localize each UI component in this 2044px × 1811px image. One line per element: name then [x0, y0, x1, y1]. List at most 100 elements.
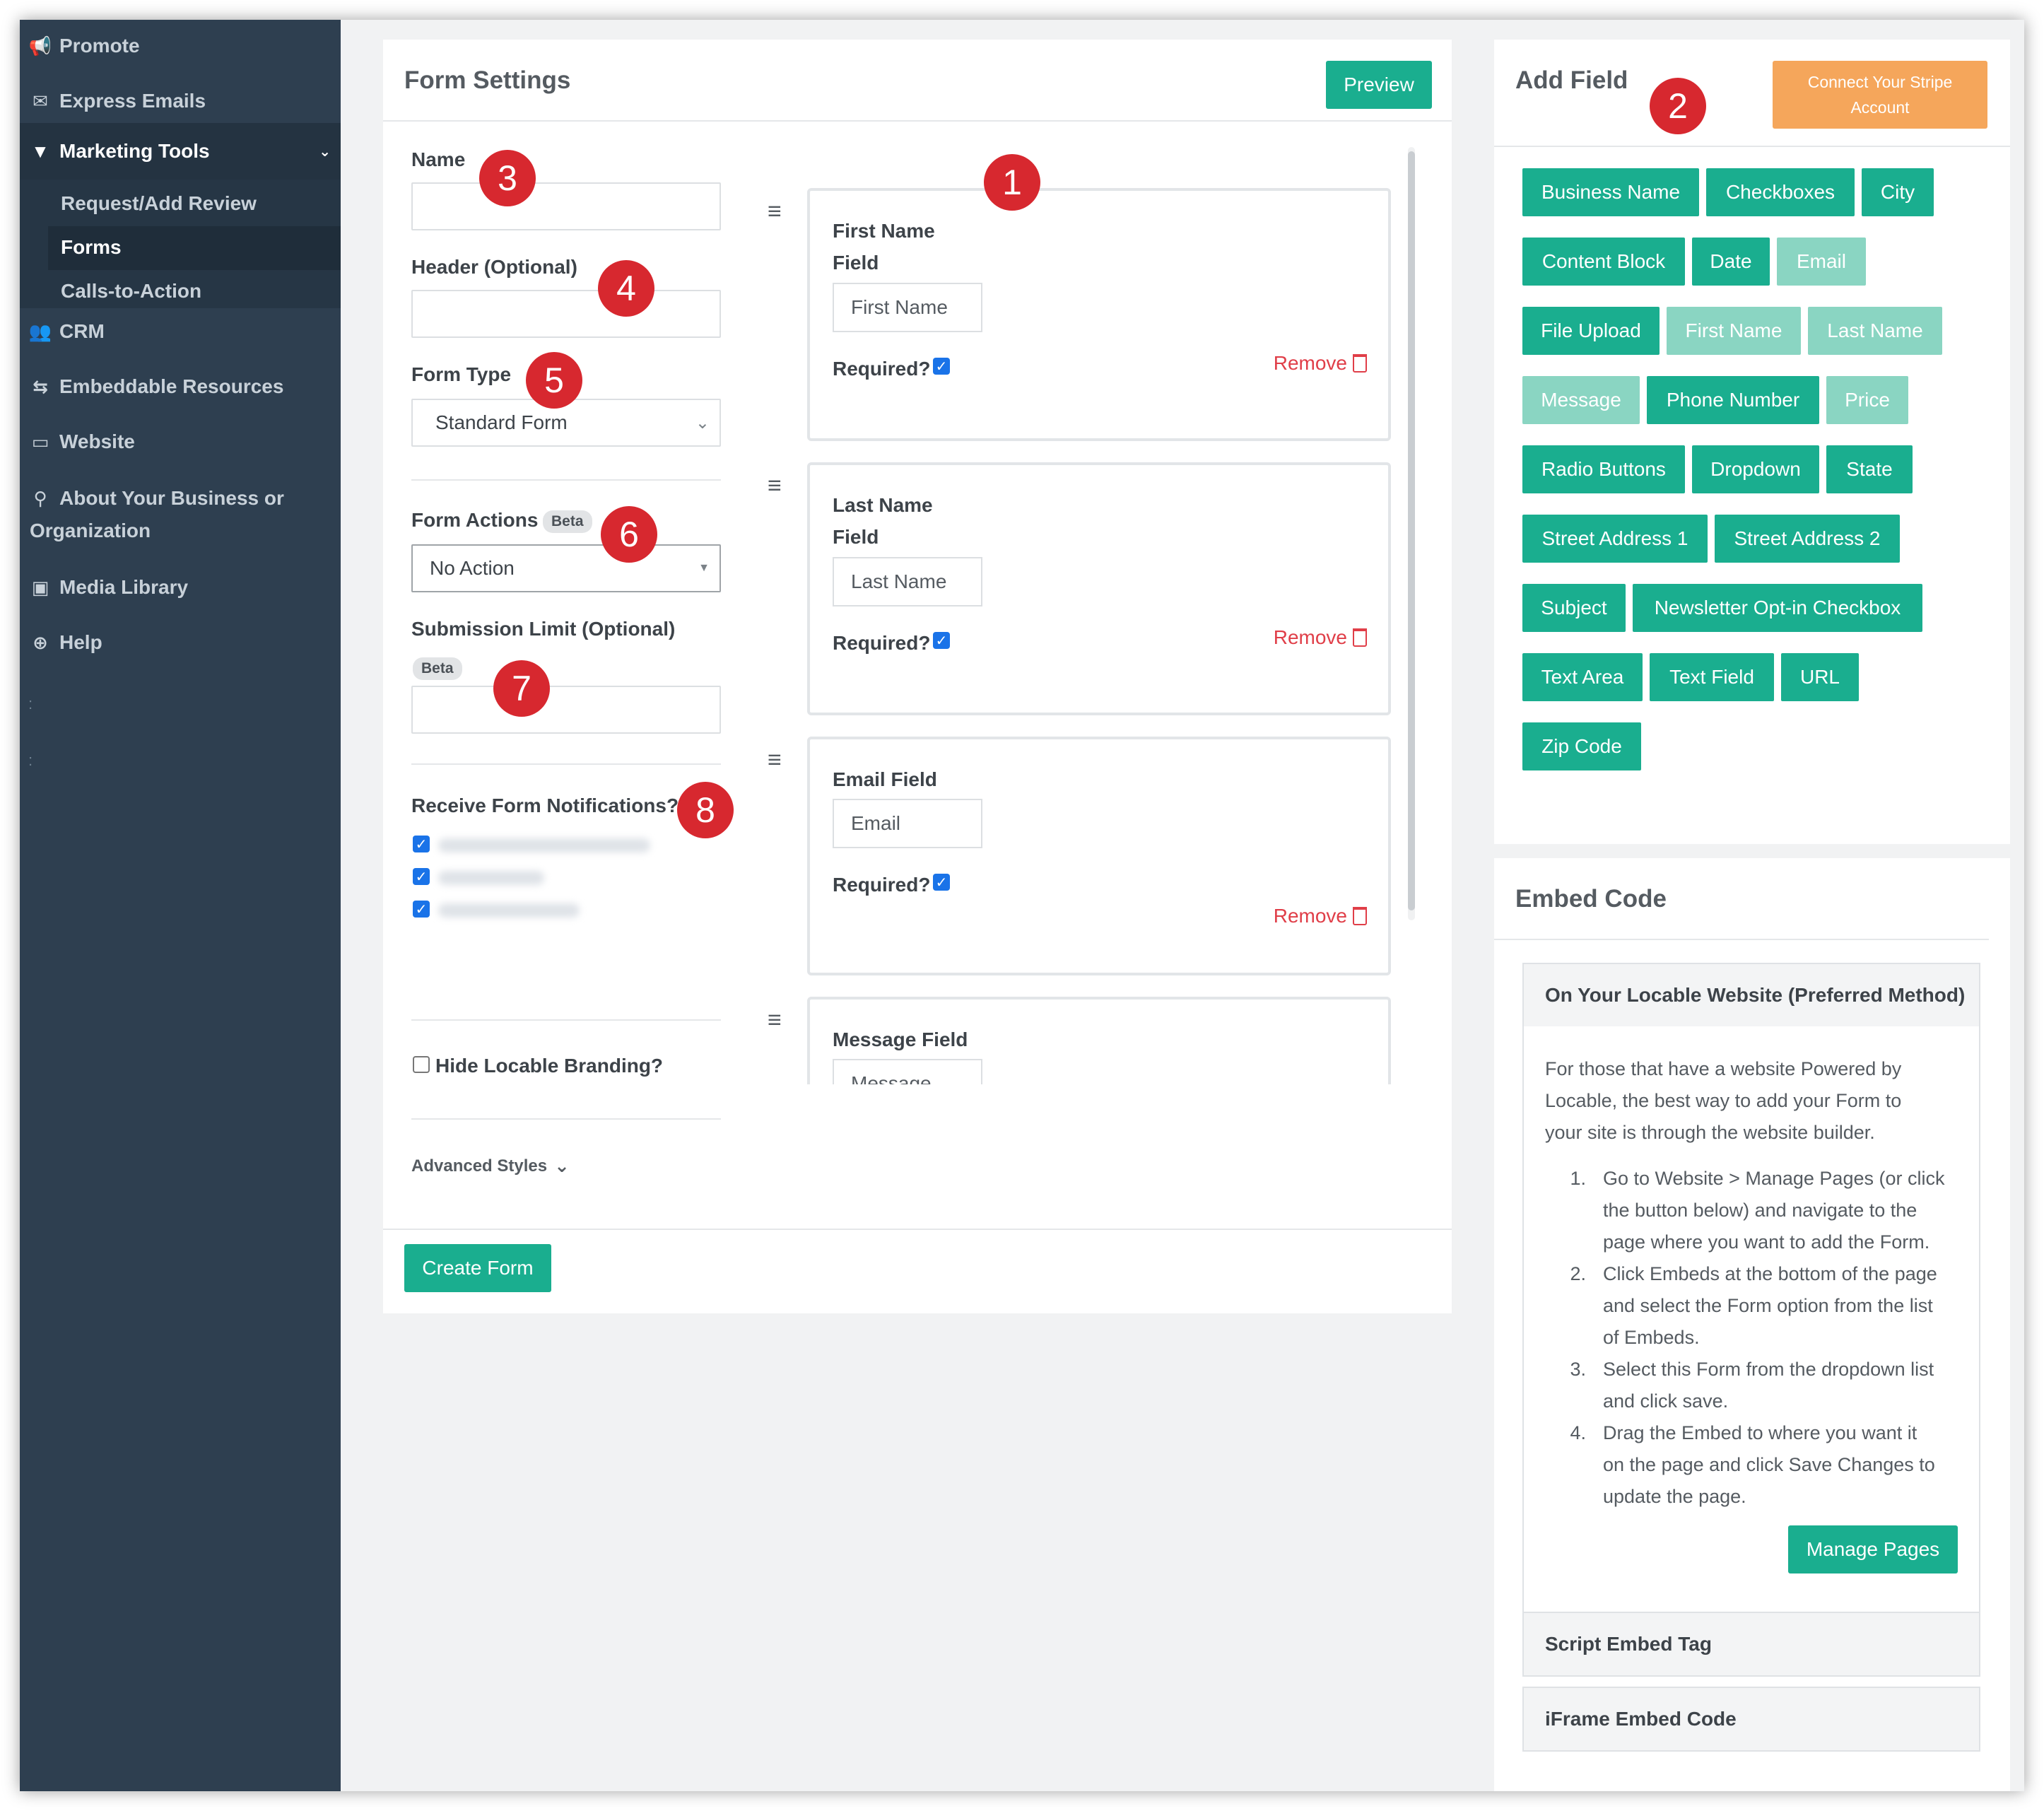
add-field-chip-last-name[interactable]: Last Name: [1808, 307, 1942, 355]
notification-checkbox[interactable]: ✓: [413, 901, 430, 918]
annotation-badge: 4: [598, 260, 654, 317]
required-label: Required?: [833, 632, 931, 654]
add-field-chip-business-name[interactable]: Business Name: [1522, 168, 1699, 216]
accordion-script-embed-tag[interactable]: Script Embed Tag: [1522, 1612, 1980, 1677]
sidebar-item-promote[interactable]: 📢 Promote: [20, 25, 341, 66]
connect-stripe-button[interactable]: Connect Your Stripe Account: [1773, 61, 1987, 129]
required-checkbox[interactable]: ✓: [933, 632, 950, 649]
add-field-chip-newsletter[interactable]: Newsletter Opt-in Checkbox: [1633, 584, 1922, 632]
sidebar-item-help[interactable]: ⊕ Help: [20, 622, 341, 663]
add-field-chip-url[interactable]: URL: [1781, 653, 1859, 701]
form-actions-label: Form Actions: [411, 509, 539, 531]
annotation-badge: 7: [493, 660, 550, 717]
preview-button[interactable]: Preview: [1326, 61, 1432, 109]
step-text: Click Embeds at the bottom of the page: [1603, 1263, 1937, 1284]
form-type-value: Standard Form: [435, 411, 568, 433]
field-card-message: Message Field Message: [807, 997, 1391, 1084]
form-actions-value: No Action: [430, 557, 515, 579]
sidebar-item-express-emails[interactable]: ✉ Express Emails: [20, 81, 341, 122]
add-field-chip-message[interactable]: Message: [1522, 376, 1640, 424]
accordion-iframe-embed-code[interactable]: iFrame Embed Code: [1522, 1687, 1980, 1752]
sidebar-item-about-business-line2[interactable]: Organization: [20, 510, 341, 551]
manage-pages-button[interactable]: Manage Pages: [1788, 1525, 1958, 1573]
hide-branding-checkbox[interactable]: [413, 1056, 430, 1073]
field-label: Field: [833, 526, 879, 548]
sidebar-item-crm[interactable]: 👥 CRM: [20, 311, 341, 352]
trash-icon: [1353, 628, 1367, 647]
field-label: Last Name: [833, 494, 933, 516]
sidebar-subitem-calls-to-action[interactable]: Calls-to-Action: [61, 280, 201, 303]
sidebar-subitem-forms[interactable]: Forms: [61, 236, 122, 259]
sidebar-item-label: Help: [59, 631, 102, 653]
name-input[interactable]: [411, 182, 721, 230]
notification-checkbox[interactable]: ✓: [413, 868, 430, 885]
step-number: 4.: [1570, 1422, 1586, 1443]
add-field-chip-text-field[interactable]: Text Field: [1650, 653, 1774, 701]
notification-checkbox[interactable]: ✓: [413, 836, 430, 852]
submission-limit-input[interactable]: [411, 686, 721, 734]
add-field-title: Add Field: [1515, 66, 1628, 94]
add-field-chip-content-block[interactable]: Content Block: [1522, 238, 1685, 286]
add-field-chip-checkboxes[interactable]: Checkboxes: [1706, 168, 1855, 216]
advanced-styles-label: Advanced Styles: [411, 1156, 548, 1176]
remove-field-button[interactable]: Remove: [1274, 905, 1367, 927]
add-field-chip-state[interactable]: State: [1826, 445, 1913, 493]
required-checkbox[interactable]: ✓: [933, 874, 950, 891]
header-label: Header (Optional): [411, 256, 577, 278]
add-field-chip-email[interactable]: Email: [1777, 238, 1866, 286]
sidebar-item-label: About Your Business or: [59, 487, 284, 509]
sidebar-subitem-request-review[interactable]: Request/Add Review: [61, 192, 257, 215]
add-field-chip-dropdown[interactable]: Dropdown: [1692, 445, 1819, 493]
add-field-chip-city[interactable]: City: [1862, 168, 1934, 216]
advanced-styles-toggle[interactable]: Advanced Styles ⌄: [411, 1155, 570, 1177]
form-actions-select[interactable]: No Action ▼: [411, 544, 721, 592]
remove-label: Remove: [1273, 352, 1347, 374]
add-field-chip-phone-number[interactable]: Phone Number: [1647, 376, 1819, 424]
sidebar-item-label: CRM: [59, 320, 105, 342]
annotation-badge: 5: [526, 352, 582, 409]
sidebar-item-marketing-tools[interactable]: ▼ Marketing Tools ⌄: [20, 123, 341, 180]
filter-icon: ▼: [31, 140, 49, 162]
add-field-chip-file-upload[interactable]: File Upload: [1522, 307, 1660, 355]
drag-handle-icon[interactable]: ≡: [768, 746, 782, 774]
step-text: on the page and click Save Changes to: [1603, 1454, 1935, 1475]
lifebuoy-icon: ⊕: [33, 631, 48, 653]
sidebar-item-label: Organization: [30, 520, 151, 541]
field-preview-input: Last Name: [833, 557, 982, 606]
sidebar-item-media-library[interactable]: ▣ Media Library: [20, 567, 341, 608]
add-field-chip-zip-code[interactable]: Zip Code: [1522, 722, 1641, 770]
add-field-chip-price[interactable]: Price: [1826, 376, 1908, 424]
remove-field-button[interactable]: Remove: [1274, 626, 1367, 649]
accordion-locable-website[interactable]: On Your Locable Website (Preferred Metho…: [1522, 963, 1980, 1028]
signpost-icon: ⇆: [33, 375, 48, 397]
field-card-last-name: Last Name Field Last Name Required? ✓ Re…: [807, 462, 1391, 715]
add-field-chip-text-area[interactable]: Text Area: [1522, 653, 1643, 701]
accordion-title: iFrame Embed Code: [1545, 1708, 1737, 1730]
fields-scrollbar[interactable]: [1408, 147, 1415, 920]
hide-branding-label: Hide Locable Branding?: [435, 1055, 664, 1077]
sidebar-item-embeddable-resources[interactable]: ⇆ Embeddable Resources: [20, 366, 341, 407]
add-field-chip-subject[interactable]: Subject: [1522, 584, 1626, 632]
step-text: and select the Form option from the list: [1603, 1295, 1933, 1316]
sidebar-item-label: Express Emails: [59, 90, 206, 112]
divider: [383, 1229, 1452, 1230]
drag-handle-icon[interactable]: ≡: [768, 1007, 782, 1034]
required-checkbox[interactable]: ✓: [933, 358, 950, 375]
drag-handle-icon[interactable]: ≡: [768, 472, 782, 500]
create-form-button[interactable]: Create Form: [404, 1244, 551, 1292]
scrollbar-thumb[interactable]: [1408, 151, 1415, 910]
redacted-recipient: [438, 903, 580, 918]
remove-field-button[interactable]: Remove: [1274, 352, 1367, 375]
add-field-chip-first-name[interactable]: First Name: [1667, 307, 1801, 355]
step-text: Drag the Embed to where you want it: [1603, 1422, 1917, 1443]
add-field-chip-radio-buttons[interactable]: Radio Buttons: [1522, 445, 1685, 493]
sidebar-item-website[interactable]: ▭ Website: [20, 421, 341, 462]
header-input[interactable]: [411, 290, 721, 338]
add-field-chip-street-address-2[interactable]: Street Address 2: [1715, 515, 1900, 563]
required-label: Required?: [833, 358, 931, 380]
image-icon: ▣: [31, 576, 49, 598]
step-text: of Embeds.: [1603, 1327, 1700, 1348]
add-field-chip-street-address-1[interactable]: Street Address 1: [1522, 515, 1708, 563]
drag-handle-icon[interactable]: ≡: [768, 198, 782, 225]
add-field-chip-date[interactable]: Date: [1692, 238, 1770, 286]
